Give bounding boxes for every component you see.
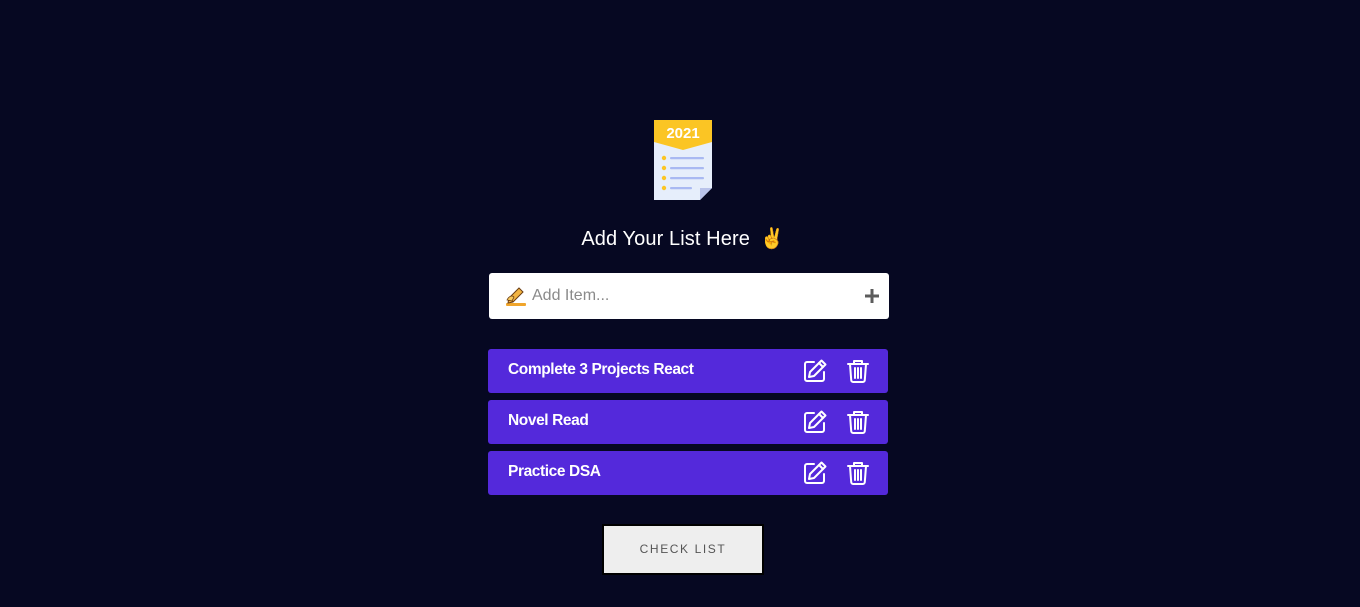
edit-icon[interactable] (803, 359, 827, 383)
todo-app: 2021 Add Your List Here ✌ Add Item... Co… (0, 0, 1360, 607)
trash-icon[interactable] (847, 359, 869, 383)
trash-icon[interactable] (847, 461, 869, 485)
list-item: Practice DSA (488, 451, 888, 495)
add-item-field (489, 273, 889, 319)
writing-hand-icon (505, 286, 527, 308)
list-item-label: Complete 3 Projects React (508, 361, 694, 378)
check-list-button[interactable]: CHECK LIST (602, 524, 764, 575)
victory-hand-icon: ✌ (759, 228, 785, 250)
plus-icon[interactable] (862, 286, 882, 306)
todo-list: Complete 3 Projects React Novel Read Pra… (488, 349, 888, 502)
checklist-icon: 2021 (654, 120, 712, 200)
list-item-label: Novel Read (508, 412, 589, 429)
edit-icon[interactable] (803, 461, 827, 485)
page-title-text: Add Your List Here (581, 228, 750, 250)
add-item-input[interactable] (532, 281, 842, 311)
page-title: Add Your List Here ✌ (480, 226, 886, 251)
logo-year: 2021 (666, 125, 699, 142)
list-item: Complete 3 Projects React (488, 349, 888, 393)
edit-icon[interactable] (803, 410, 827, 434)
trash-icon[interactable] (847, 410, 869, 434)
list-item: Novel Read (488, 400, 888, 444)
list-item-label: Practice DSA (508, 463, 601, 480)
